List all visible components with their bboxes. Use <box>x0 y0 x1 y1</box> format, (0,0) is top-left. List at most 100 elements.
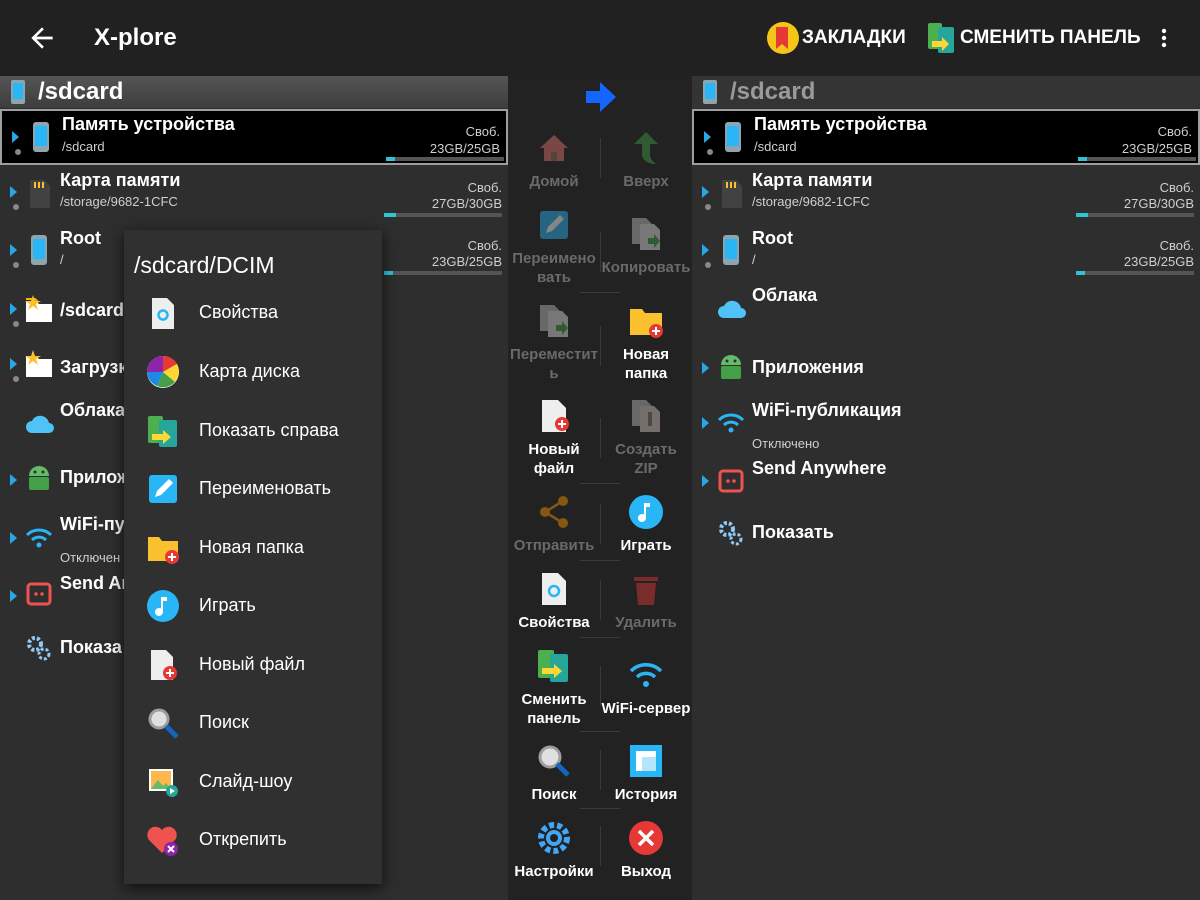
menu-item-search[interactable]: Поиск <box>124 694 382 752</box>
menu-item-label: Карта диска <box>199 361 301 381</box>
delete-button[interactable]: Удалить <box>600 571 692 632</box>
app-title: X-plore <box>94 24 177 51</box>
right-item-sd-card[interactable]: Карта памяти /storage/9682-1CFC Своб. 27… <box>692 166 1200 223</box>
home-label: Домой <box>529 173 579 190</box>
right-item-root[interactable]: Root / Своб. 23GB/25GB <box>692 224 1200 281</box>
storage-usage-bar <box>386 157 504 161</box>
menu-item-play[interactable]: Играть <box>124 577 382 635</box>
music-note-icon <box>629 495 663 529</box>
direction-arrow-icon[interactable] <box>584 80 618 114</box>
right-item-show[interactable]: Показать <box>692 520 1200 570</box>
switch-panel-tool-button[interactable]: Сменить панель <box>508 648 600 728</box>
menu-item-label: Играть <box>199 595 256 615</box>
divider <box>580 483 620 484</box>
new-file-icon <box>542 400 569 432</box>
menu-item-disk-map[interactable]: Карта диска <box>124 343 382 401</box>
phone-icon <box>703 80 717 104</box>
properties-button[interactable]: Свойства <box>508 571 600 632</box>
menu-item-properties[interactable]: Свойства <box>124 284 382 342</box>
context-menu-title: /sdcard/DCIM <box>134 252 275 278</box>
divider <box>580 292 620 293</box>
switch-panel-button[interactable]: СМЕНИТЬ ПАНЕЛЬ <box>926 20 1141 56</box>
item-name: WiFi-публикация <box>752 400 902 420</box>
new-file-button[interactable]: Новый файл <box>508 398 600 478</box>
expand-arrow-icon[interactable] <box>10 358 17 370</box>
expand-arrow-icon[interactable] <box>10 303 17 315</box>
new-folder-label: Новая папка <box>622 346 670 382</box>
switch-panel-icon <box>538 650 568 682</box>
phone-icon <box>33 122 49 152</box>
home-button[interactable]: Домой <box>508 130 600 191</box>
close-icon <box>629 821 663 855</box>
wifi-icon <box>25 528 53 548</box>
rename-button[interactable]: Переимено вать <box>508 207 600 287</box>
right-path-text: /sdcard <box>730 78 816 105</box>
history-button[interactable]: История <box>600 743 692 804</box>
slideshow-icon <box>149 769 178 797</box>
cloud-icon <box>26 415 54 433</box>
switch-panel-icon <box>928 23 954 53</box>
create-zip-button[interactable]: Создать ZIP <box>600 398 692 478</box>
right-item-clouds[interactable]: Облака <box>692 282 1200 354</box>
new-folder-icon <box>148 537 179 564</box>
cloud-icon <box>718 300 746 318</box>
send-button[interactable]: Отправить <box>508 494 600 555</box>
send-label: Отправить <box>513 537 595 554</box>
right-item-apps[interactable]: Приложения <box>692 355 1200 400</box>
expand-arrow-icon[interactable] <box>10 474 17 486</box>
expand-arrow-icon[interactable] <box>702 186 709 198</box>
menu-item-rename[interactable]: Переименовать <box>124 460 382 518</box>
right-item-send-anywhere[interactable]: Send Anywhere <box>692 458 1200 519</box>
overflow-menu-icon[interactable] <box>1152 26 1176 50</box>
expand-arrow-icon[interactable] <box>702 475 709 487</box>
right-path-bar[interactable]: /sdcard <box>692 76 1200 108</box>
storage-usage-bar <box>384 213 502 217</box>
menu-item-unpin[interactable]: Открепить <box>124 811 382 869</box>
heart-icon <box>147 826 178 856</box>
gears-icon <box>719 521 743 546</box>
item-path: /storage/9682-1CFC <box>60 194 178 209</box>
status-dot <box>707 149 713 155</box>
left-path-bar[interactable]: /sdcard <box>0 76 508 108</box>
expand-arrow-icon[interactable] <box>10 532 17 544</box>
status-dot <box>13 262 19 268</box>
expand-arrow-icon[interactable] <box>702 362 709 374</box>
expand-arrow-icon[interactable] <box>10 244 17 256</box>
menu-item-label: Новый файл <box>199 654 305 674</box>
item-name: Send An <box>60 573 133 593</box>
create-zip-label: Создать ZIP <box>615 441 677 477</box>
expand-arrow-icon[interactable] <box>702 244 709 256</box>
send-anywhere-icon <box>26 582 52 606</box>
copy-button[interactable]: Копировать <box>600 216 692 277</box>
menu-item-slideshow[interactable]: Слайд-шоу <box>124 753 382 811</box>
expand-arrow-icon[interactable] <box>12 131 19 143</box>
gears-icon <box>27 636 51 661</box>
up-label: Вверх <box>623 173 669 190</box>
left-item-device-memory[interactable]: Память устройства /sdcard Своб. 23GB/25G… <box>0 109 508 165</box>
right-item-wifi-share[interactable]: WiFi-публикация Отключено <box>692 400 1200 458</box>
copy-icon <box>632 218 660 250</box>
expand-arrow-icon[interactable] <box>10 590 17 602</box>
expand-arrow-icon[interactable] <box>704 131 711 143</box>
new-folder-button[interactable]: Новая папка <box>600 303 692 383</box>
menu-item-new-folder[interactable]: Новая папка <box>124 519 382 577</box>
move-button[interactable]: Переместит ь <box>508 303 600 383</box>
divider <box>580 560 620 561</box>
search-button[interactable]: Поиск <box>508 743 600 804</box>
wifi-server-button[interactable]: WiFi-сервер <box>600 657 692 718</box>
item-name: Прилож <box>60 467 130 487</box>
back-arrow-icon[interactable] <box>26 22 58 54</box>
bookmarks-button[interactable]: ЗАКЛАДКИ <box>766 20 906 56</box>
menu-item-show-right[interactable]: Показать справа <box>124 402 382 460</box>
expand-arrow-icon[interactable] <box>702 417 709 429</box>
right-item-device-memory[interactable]: Память устройства /sdcard Своб. 23GB/25G… <box>692 109 1200 165</box>
menu-item-new-file[interactable]: Новый файл <box>124 636 382 694</box>
storage-size: 27GB/30GB <box>431 196 502 211</box>
exit-button[interactable]: Выход <box>600 820 692 881</box>
item-name: Root <box>60 228 101 248</box>
left-item-sd-card[interactable]: Карта памяти /storage/9682-1CFC Своб. 27… <box>0 166 508 223</box>
up-button[interactable]: Вверх <box>600 130 692 191</box>
expand-arrow-icon[interactable] <box>10 186 17 198</box>
play-button[interactable]: Играть <box>600 494 692 555</box>
settings-button[interactable]: Настройки <box>508 820 600 881</box>
